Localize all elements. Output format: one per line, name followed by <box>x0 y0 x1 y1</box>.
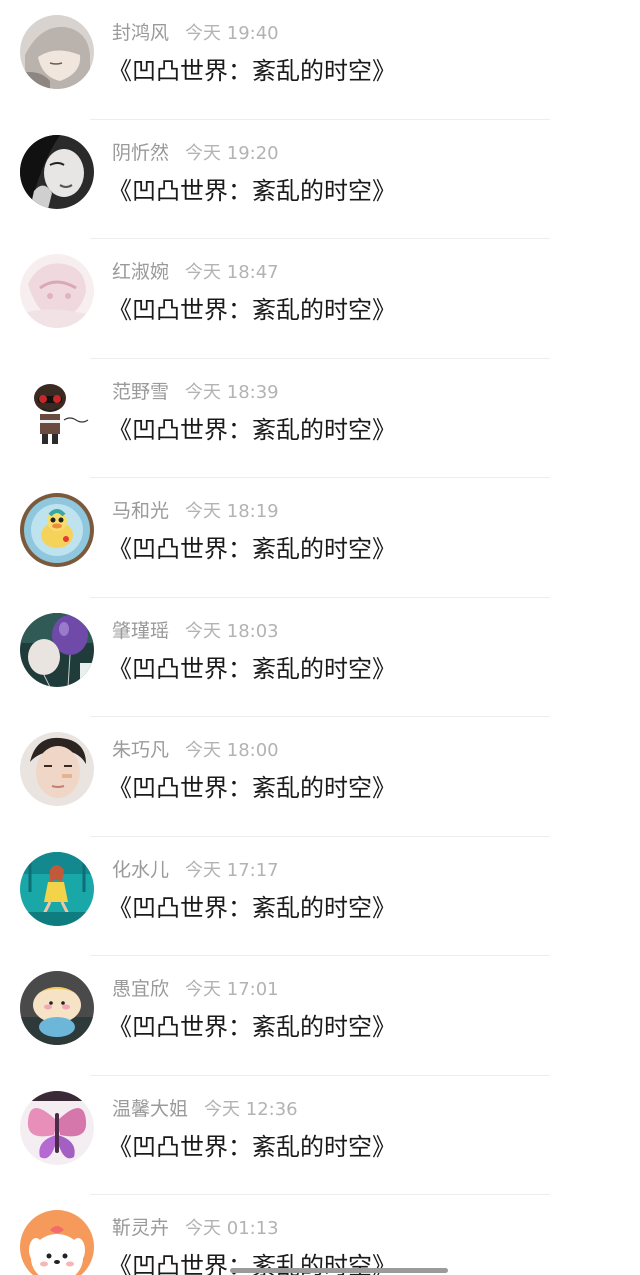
comment-header: 肇瑾瑶 今天 18:03 <box>112 618 279 645</box>
comment-item[interactable]: 靳灵卉 今天 01:13 《凹凸世界：紊乱的时空》 <box>0 1195 640 1275</box>
sleeping-anime-boy-avatar <box>20 15 94 89</box>
comment-header: 靳灵卉 今天 01:13 <box>112 1215 279 1242</box>
comment-text: 《凹凸世界：紊乱的时空》 <box>108 774 396 802</box>
comment-text: 《凹凸世界：紊乱的时空》 <box>108 535 396 563</box>
comment-item[interactable]: 封鸿风 今天 19:40 《凹凸世界：紊乱的时空》 <box>0 0 640 120</box>
comment-text: 《凹凸世界：紊乱的时空》 <box>108 1013 396 1041</box>
comment-text: 《凹凸世界：紊乱的时空》 <box>108 654 396 683</box>
username[interactable]: 温馨大姐 <box>112 1098 188 1120</box>
avatar[interactable] <box>20 373 94 448</box>
comment-header: 红淑婉 今天 18:47 <box>112 259 279 286</box>
comment-item[interactable]: 阴忻然 今天 19:20 《凹凸世界：紊乱的时空》 <box>0 120 640 239</box>
timestamp: 今天 17:17 <box>185 859 279 881</box>
comment-header: 朱巧凡 今天 18:00 <box>112 737 279 764</box>
timestamp: 今天 18:39 <box>185 381 279 403</box>
avatar[interactable] <box>20 732 94 806</box>
duck-plate-avatar <box>20 493 94 567</box>
avatar[interactable] <box>20 851 94 926</box>
cartoon-hello-character-avatar <box>20 373 94 448</box>
comment-list[interactable]: 封鸿风 今天 19:40 《凹凸世界：紊乱的时空》 阴忻然 今天 19:20 《凹凸… <box>0 0 640 1275</box>
avatar[interactable] <box>20 1090 94 1165</box>
timestamp: 今天 19:40 <box>185 23 279 44</box>
cute-white-dog-avatar <box>20 1210 94 1275</box>
comment-item[interactable]: 愚宜欣 今天 17:01 《凹凸世界：紊乱的时空》 <box>0 956 640 1076</box>
comment-text: 《凹凸世界：紊乱的时空》 <box>108 176 396 205</box>
avatar[interactable] <box>20 612 94 687</box>
comment-header: 温馨大姐 今天 12:36 <box>112 1096 298 1123</box>
timestamp: 今天 01:13 <box>185 1218 279 1239</box>
avatar[interactable] <box>20 254 94 328</box>
username[interactable]: 红淑婉 <box>112 261 169 283</box>
username[interactable]: 封鸿风 <box>112 22 169 44</box>
timestamp: 今天 18:00 <box>185 740 279 761</box>
comment-text: 《凹凸世界：紊乱的时空》 <box>108 296 396 324</box>
avatar[interactable] <box>20 15 94 89</box>
comment-header: 范野雪 今天 18:39 <box>112 379 279 406</box>
avatar[interactable] <box>20 493 94 567</box>
comment-header: 马和光 今天 18:19 <box>112 498 279 525</box>
comment-header: 封鸿风 今天 19:40 <box>112 20 279 47</box>
comment-item[interactable]: 马和光 今天 18:19 《凹凸世界：紊乱的时空》 <box>0 478 640 598</box>
avatar[interactable] <box>20 134 94 209</box>
username[interactable]: 阴忻然 <box>112 142 169 164</box>
comment-text: 《凹凸世界：紊乱的时空》 <box>108 893 396 922</box>
avatar[interactable] <box>20 1210 94 1275</box>
comment-header: 化水儿 今天 17:17 <box>112 857 279 884</box>
comment-text: 《凹凸世界：紊乱的时空》 <box>108 1132 396 1161</box>
username[interactable]: 愚宜欣 <box>112 978 169 1000</box>
teal-illustration-girl-avatar <box>20 851 94 926</box>
avatar[interactable] <box>20 971 94 1045</box>
username[interactable]: 肇瑾瑶 <box>112 620 169 642</box>
comment-text: 《凹凸世界：紊乱的时空》 <box>108 415 396 444</box>
pastel-anime-girl-avatar <box>20 254 94 328</box>
comment-item[interactable]: 化水儿 今天 17:17 《凹凸世界：紊乱的时空》 <box>0 837 640 956</box>
home-indicator[interactable] <box>230 1268 448 1273</box>
pink-butterfly-avatar <box>20 1090 94 1165</box>
comment-item[interactable]: 红淑婉 今天 18:47 《凹凸世界：紊乱的时空》 <box>0 239 640 359</box>
timestamp: 今天 18:47 <box>185 262 279 283</box>
timestamp: 今天 12:36 <box>204 1098 298 1120</box>
username[interactable]: 化水儿 <box>112 859 169 881</box>
comment-text: 《凹凸世界：紊乱的时空》 <box>108 57 396 85</box>
comment-header: 愚宜欣 今天 17:01 <box>112 976 279 1003</box>
comment-item[interactable]: 朱巧凡 今天 18:00 《凹凸世界：紊乱的时空》 <box>0 717 640 837</box>
plush-toy-avatar <box>20 971 94 1045</box>
monochrome-girl-portrait-avatar <box>20 134 94 209</box>
username[interactable]: 靳灵卉 <box>112 1217 169 1239</box>
young-man-portrait-avatar <box>20 732 94 806</box>
comment-item[interactable]: 范野雪 今天 18:39 《凹凸世界：紊乱的时空》 <box>0 359 640 478</box>
username[interactable]: 朱巧凡 <box>112 739 169 761</box>
purple-balloon-avatar <box>20 612 94 687</box>
timestamp: 今天 18:19 <box>185 501 279 522</box>
timestamp: 今天 17:01 <box>185 979 279 1000</box>
comment-item[interactable]: 肇瑾瑶 今天 18:03 《凹凸世界：紊乱的时空》 <box>0 598 640 717</box>
timestamp: 今天 19:20 <box>185 142 279 164</box>
timestamp: 今天 18:03 <box>185 620 279 642</box>
comment-item[interactable]: 温馨大姐 今天 12:36 《凹凸世界：紊乱的时空》 <box>0 1076 640 1195</box>
username[interactable]: 范野雪 <box>112 381 169 403</box>
comment-header: 阴忻然 今天 19:20 <box>112 140 279 167</box>
username[interactable]: 马和光 <box>112 500 169 522</box>
